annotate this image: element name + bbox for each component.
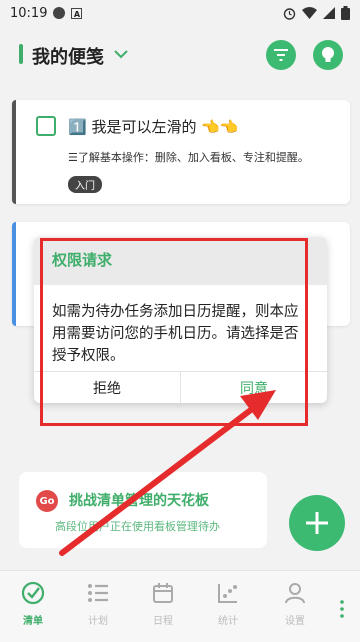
tab-stats[interactable]: 统计	[203, 581, 253, 627]
add-task-button[interactable]	[289, 495, 345, 551]
notification-a-icon: A	[71, 7, 83, 19]
dialog-actions: 拒绝 同意	[34, 371, 327, 403]
wifi-icon	[302, 7, 317, 19]
more-vertical-icon[interactable]	[340, 600, 344, 618]
promo-subtitle: 高段位用户正在使用看板管理待办	[55, 520, 220, 533]
filter-button[interactable]	[266, 40, 296, 70]
alarm-icon	[283, 7, 296, 20]
calendar-icon	[153, 583, 173, 603]
tip-button[interactable]	[313, 40, 343, 70]
status-time: 10:19	[10, 5, 48, 21]
deny-button[interactable]: 拒绝	[34, 372, 181, 403]
dialog-message: 如需为待办任务添加日历提醒，则本应用需要访问您的手机日历。请选择是否授予权限。	[52, 304, 299, 364]
promo-title: 挑战清单管理的天花板	[69, 493, 209, 509]
list-icon	[88, 584, 108, 602]
promo-card[interactable]: Go 挑战清单管理的天花板 高段位用户正在使用看板管理待办	[19, 472, 267, 548]
allow-button[interactable]: 同意	[181, 372, 327, 403]
battery-icon	[341, 6, 350, 20]
notification-dot-icon	[53, 7, 66, 19]
permission-dialog: 权限请求 如需为待办任务添加日历提醒，则本应用需要访问您的手机日历。请选择是否授…	[34, 237, 327, 403]
user-icon	[285, 583, 305, 604]
chevron-down-icon[interactable]	[113, 43, 129, 65]
page-title[interactable]: 我的便笺	[32, 43, 104, 69]
task-checkbox[interactable]	[36, 116, 56, 136]
check-circle-icon	[21, 581, 45, 605]
task-accent-bar	[12, 222, 16, 326]
status-bar: 10:19 A	[0, 0, 360, 26]
tab-label: 清单	[23, 616, 43, 627]
header: 我的便笺	[0, 34, 360, 80]
lightbulb-icon	[322, 47, 334, 62]
task-tag[interactable]: 入门	[68, 176, 102, 193]
bottom-nav: 清单 计划 日程 统计 设置	[0, 570, 360, 642]
plus-icon	[306, 512, 328, 534]
title-accent-bar	[19, 44, 23, 64]
filter-icon	[274, 49, 288, 61]
tab-plan[interactable]: 计划	[73, 581, 123, 627]
tab-label: 统计	[218, 616, 238, 627]
task-description: ☰了解基本操作：删除、加入看板、专注和提醒。	[68, 151, 309, 164]
tab-label: 设置	[285, 616, 305, 627]
tab-label: 日程	[153, 616, 173, 627]
dialog-header: 权限请求	[34, 237, 327, 285]
task-card[interactable]: 1️⃣ 我是可以左滑的 👈👈 ☰了解基本操作：删除、加入看板、专注和提醒。 入门	[12, 100, 350, 204]
tab-checklist[interactable]: 清单	[8, 581, 58, 627]
tab-label: 计划	[88, 616, 108, 627]
tab-schedule[interactable]: 日程	[138, 581, 188, 627]
chart-icon	[218, 584, 237, 603]
signal-icon	[323, 7, 335, 19]
tab-settings[interactable]: 设置	[270, 581, 320, 627]
dialog-title: 权限请求	[52, 251, 113, 269]
task-title: 1️⃣ 我是可以左滑的 👈👈	[68, 118, 239, 136]
go-badge: Go	[36, 490, 58, 512]
task-accent-bar	[12, 100, 16, 204]
